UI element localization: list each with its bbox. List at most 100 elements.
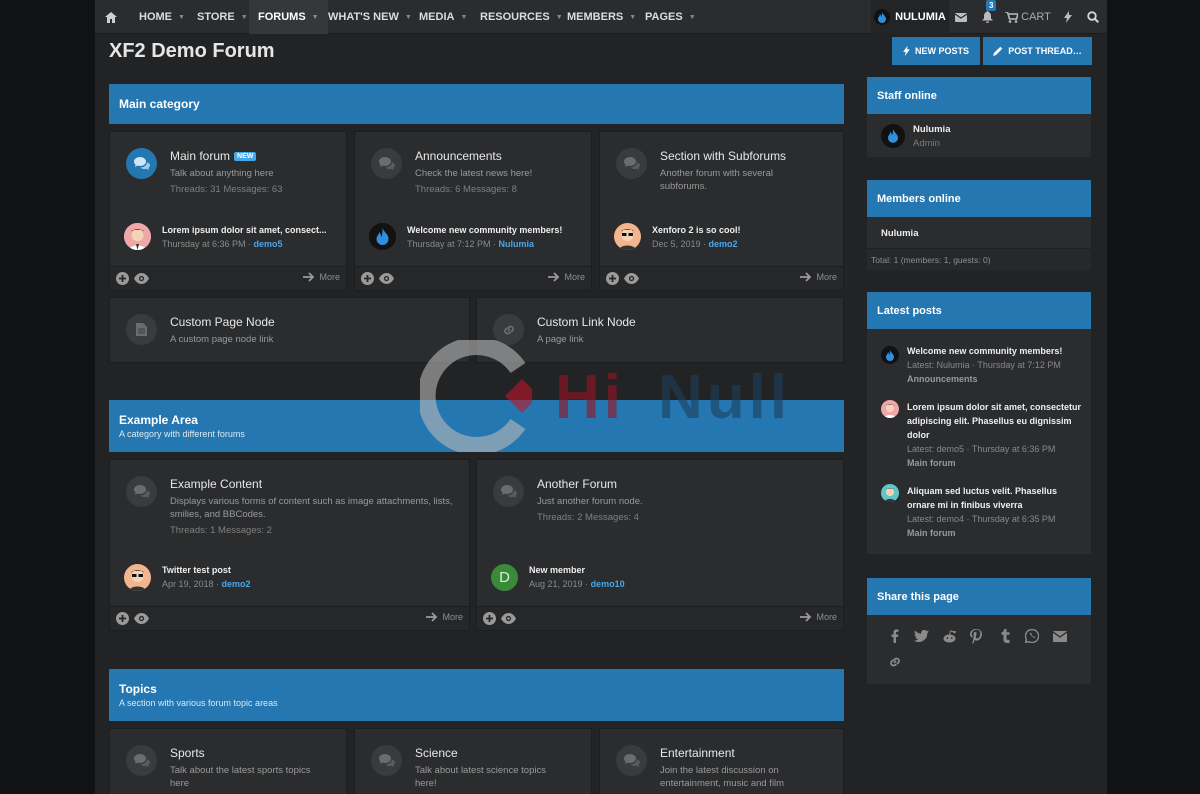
last-post-user[interactable]: Nulumia	[499, 239, 535, 249]
whats-new-quick-button[interactable]	[1057, 0, 1079, 34]
share-link-button[interactable]	[887, 654, 903, 670]
last-post-title[interactable]: Welcome new community members!	[407, 225, 577, 235]
alerts-button[interactable]: 3	[974, 0, 1000, 34]
forum-card-another-forum[interactable]: Another Forum Just another forum node. T…	[476, 459, 844, 631]
forum-card-sports[interactable]: Sports Talk about the latest sports topi…	[109, 728, 347, 794]
share-email-button[interactable]	[1052, 628, 1068, 644]
inbox-button[interactable]	[949, 0, 973, 34]
search-button[interactable]	[1081, 0, 1105, 34]
forum-card-entertainment[interactable]: Entertainment Join the latest discussion…	[599, 728, 844, 794]
latest-post-forum[interactable]: Main forum	[907, 456, 1083, 470]
eye-icon[interactable]	[134, 273, 149, 284]
forum-title[interactable]: Custom Page Node	[170, 315, 275, 329]
share-reddit-button[interactable]	[941, 628, 957, 644]
forum-card-custom-link-node[interactable]: Custom Link Node A page link	[476, 297, 844, 363]
forum-title[interactable]: Entertainment	[660, 746, 735, 760]
nav-media[interactable]: Media ▼	[411, 0, 475, 34]
block-title[interactable]: Members online	[867, 180, 1091, 217]
last-post-title[interactable]: Xenforo 2 is so cool!	[652, 225, 832, 235]
share-tumblr-button[interactable]	[997, 628, 1013, 644]
forum-card-announcements[interactable]: Announcements Check the latest news here…	[354, 131, 592, 291]
latest-post-title[interactable]: Aliquam sed luctus velit. Phasellus orna…	[907, 484, 1083, 512]
plus-circle-icon[interactable]	[116, 272, 129, 285]
member-name[interactable]: Nulumia	[881, 228, 918, 239]
mail-icon	[955, 12, 967, 22]
forum-title[interactable]: Example Content	[170, 477, 262, 491]
plus-circle-icon[interactable]	[116, 612, 129, 625]
staff-name[interactable]: Nulumia	[913, 124, 950, 135]
last-post-user[interactable]: demo5	[254, 239, 283, 249]
forum-title[interactable]: Science	[415, 746, 458, 760]
nav-pages[interactable]: Pages ▼	[637, 0, 704, 34]
share-twitter-button[interactable]	[913, 628, 929, 644]
avatar[interactable]: D	[491, 564, 518, 591]
forum-title[interactable]: Sports	[170, 746, 205, 760]
card-footer: More	[477, 606, 843, 630]
last-post-user[interactable]: demo10	[591, 579, 625, 589]
last-post-title[interactable]: Lorem ipsum dolor sit amet, consect...	[162, 225, 332, 235]
category-header-topics[interactable]: Topics A section with various forum topi…	[109, 669, 844, 721]
category-header-example-area[interactable]: Example Area A category with different f…	[109, 400, 844, 452]
last-post-title[interactable]: Twitter test post	[162, 565, 362, 575]
more-link[interactable]: More	[303, 272, 340, 282]
last-post-user[interactable]: demo2	[709, 239, 738, 249]
eye-icon[interactable]	[134, 613, 149, 624]
forum-card-custom-page-node[interactable]: Custom Page Node A custom page node link	[109, 297, 470, 363]
avatar[interactable]	[124, 223, 151, 250]
cart-button[interactable]: CART	[1003, 0, 1053, 34]
latest-post-forum[interactable]: Announcements	[907, 372, 1083, 386]
forum-card-example-content[interactable]: Example Content Displays various forms o…	[109, 459, 470, 631]
forum-stats: Threads: 1 Messages: 2	[170, 525, 272, 536]
new-posts-button[interactable]: NEW POSTS	[892, 37, 980, 65]
avatar[interactable]	[881, 124, 905, 148]
plus-circle-icon[interactable]	[361, 272, 374, 285]
more-link[interactable]: More	[800, 612, 837, 622]
avatar[interactable]	[614, 223, 641, 250]
twitter-icon	[913, 630, 929, 642]
category-header-main[interactable]: Main category	[109, 84, 844, 124]
latest-post-title[interactable]: Welcome new community members!	[907, 344, 1083, 358]
more-link[interactable]: More	[800, 272, 837, 282]
plus-circle-icon[interactable]	[606, 272, 619, 285]
last-post-title[interactable]: New member	[529, 565, 729, 575]
nav-whats-new[interactable]: What's new ▼	[320, 0, 420, 34]
plus-circle-icon[interactable]	[483, 612, 496, 625]
eye-icon[interactable]	[501, 613, 516, 624]
nav-members[interactable]: Members ▼	[559, 0, 644, 34]
avatar[interactable]	[881, 484, 899, 502]
share-pinterest-button[interactable]	[968, 628, 984, 644]
avatar[interactable]	[881, 346, 899, 364]
forum-card-section-with-subforums[interactable]: Section with Subforums Another forum wit…	[599, 131, 844, 291]
forum-title[interactable]: Another Forum	[537, 477, 617, 491]
forum-title[interactable]: Announcements	[415, 149, 502, 163]
avatar[interactable]	[881, 400, 899, 418]
forum-title[interactable]: Main forum NEW	[170, 149, 257, 163]
nav-home[interactable]: Home ▼	[131, 0, 193, 34]
home-button[interactable]	[95, 0, 127, 34]
forum-card-science[interactable]: Science Talk about latest science topics…	[354, 728, 592, 794]
post-thread-button[interactable]: POST THREAD…	[983, 37, 1092, 65]
eye-icon[interactable]	[624, 273, 639, 284]
forum-title[interactable]: Section with Subforums	[660, 149, 786, 163]
block-title[interactable]: Latest posts	[867, 292, 1091, 329]
forum-title[interactable]: Custom Link Node	[537, 315, 636, 329]
nav-forums[interactable]: Forums ▼	[249, 0, 328, 34]
avatar[interactable]	[369, 223, 396, 250]
nav-store[interactable]: Store ▼	[189, 0, 256, 34]
more-link[interactable]: More	[426, 612, 463, 622]
more-link[interactable]: More	[548, 272, 585, 282]
share-whatsapp-button[interactable]	[1024, 628, 1040, 644]
latest-post-title[interactable]: Lorem ipsum dolor sit amet, consectetur …	[907, 400, 1083, 442]
eye-icon[interactable]	[379, 273, 394, 284]
share-facebook-button[interactable]	[887, 628, 903, 644]
user-menu[interactable]: NULUMIA	[871, 0, 949, 34]
block-title[interactable]: Staff online	[867, 77, 1091, 114]
members-online-block: Members online Nulumia Total: 1 (members…	[867, 180, 1091, 270]
bolt-icon	[1064, 11, 1072, 23]
last-post-date: Apr 19, 2018	[162, 579, 214, 589]
avatar[interactable]	[124, 564, 151, 591]
latest-post-forum[interactable]: Main forum	[907, 526, 1083, 540]
last-post-user[interactable]: demo2	[222, 579, 251, 589]
nav-resources[interactable]: Resources ▼	[472, 0, 571, 34]
forum-card-main-forum[interactable]: Main forum NEW Talk about anything here T…	[109, 131, 347, 291]
